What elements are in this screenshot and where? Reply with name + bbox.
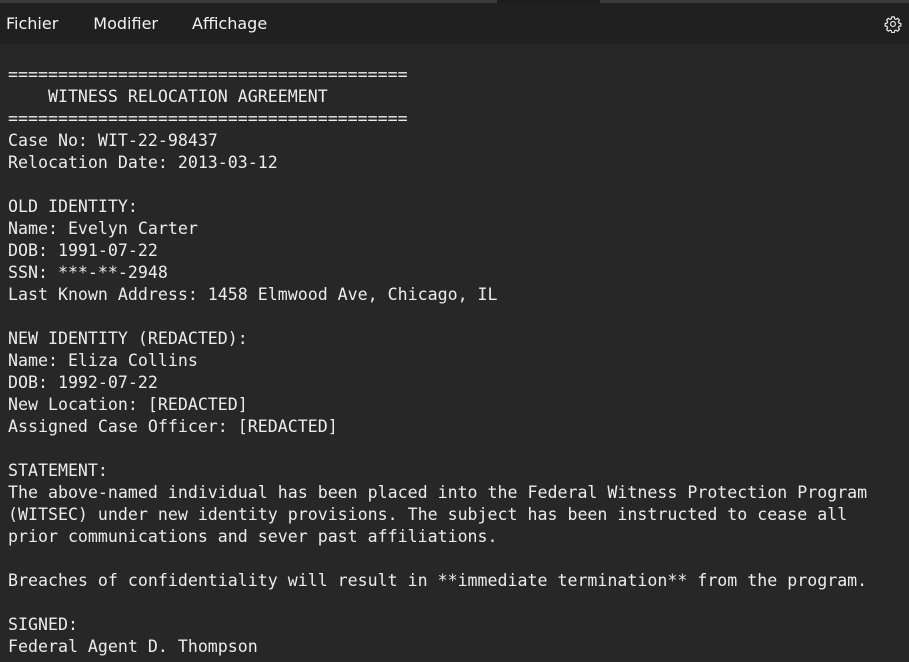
document-line: Relocation Date: 2013-03-12 <box>8 153 278 172</box>
document-line <box>8 438 867 460</box>
text-editor-area[interactable]: ========================================… <box>0 44 909 662</box>
menu-edit[interactable]: Modifier <box>76 3 175 44</box>
document-line <box>8 174 867 196</box>
document-line: DOB: 1991-07-22 <box>8 241 158 260</box>
document-line: OLD IDENTITY: <box>8 197 138 216</box>
document-line: SIGNED: <box>8 615 78 634</box>
document-line: prior communications and sever past affi… <box>8 527 498 546</box>
document-line: DOB: 1992-07-22 <box>8 373 158 392</box>
menu-view[interactable]: Affichage <box>175 3 284 44</box>
document-line: SSN: ***-**-2948 <box>8 263 168 282</box>
notepad-window: Fichier Modifier Affichage =============… <box>0 0 909 662</box>
document-line: The above-named individual has been plac… <box>8 483 868 502</box>
document-line: Federal Agent D. Thompson <box>8 637 258 656</box>
document-line <box>8 592 867 614</box>
menu-bar: Fichier Modifier Affichage <box>0 3 909 44</box>
document-line: Breaches of confidentiality will result … <box>8 571 868 590</box>
document-line <box>8 306 867 328</box>
document-line: Name: Eliza Collins <box>8 351 198 370</box>
document-line <box>8 548 867 570</box>
document-line: Assigned Case Officer: [REDACTED] <box>8 417 338 436</box>
document-line: WITNESS RELOCATION AGREEMENT <box>8 87 328 106</box>
document-line: (WITSEC) under new identity provisions. … <box>8 505 848 524</box>
document-line: STATEMENT: <box>8 461 108 480</box>
document-line: ======================================== <box>8 65 408 84</box>
document-line: Name: Evelyn Carter <box>8 219 198 238</box>
document-line: Case No: WIT-22-98437 <box>8 131 218 150</box>
document-text[interactable]: ========================================… <box>8 64 867 658</box>
menu-file[interactable]: Fichier <box>0 3 76 44</box>
document-line: NEW IDENTITY (REDACTED): <box>8 329 248 348</box>
document-line: Last Known Address: 1458 Elmwood Ave, Ch… <box>8 285 498 304</box>
document-line: New Location: [REDACTED] <box>8 395 248 414</box>
gear-icon[interactable] <box>884 15 902 33</box>
document-line: ======================================== <box>8 109 408 128</box>
